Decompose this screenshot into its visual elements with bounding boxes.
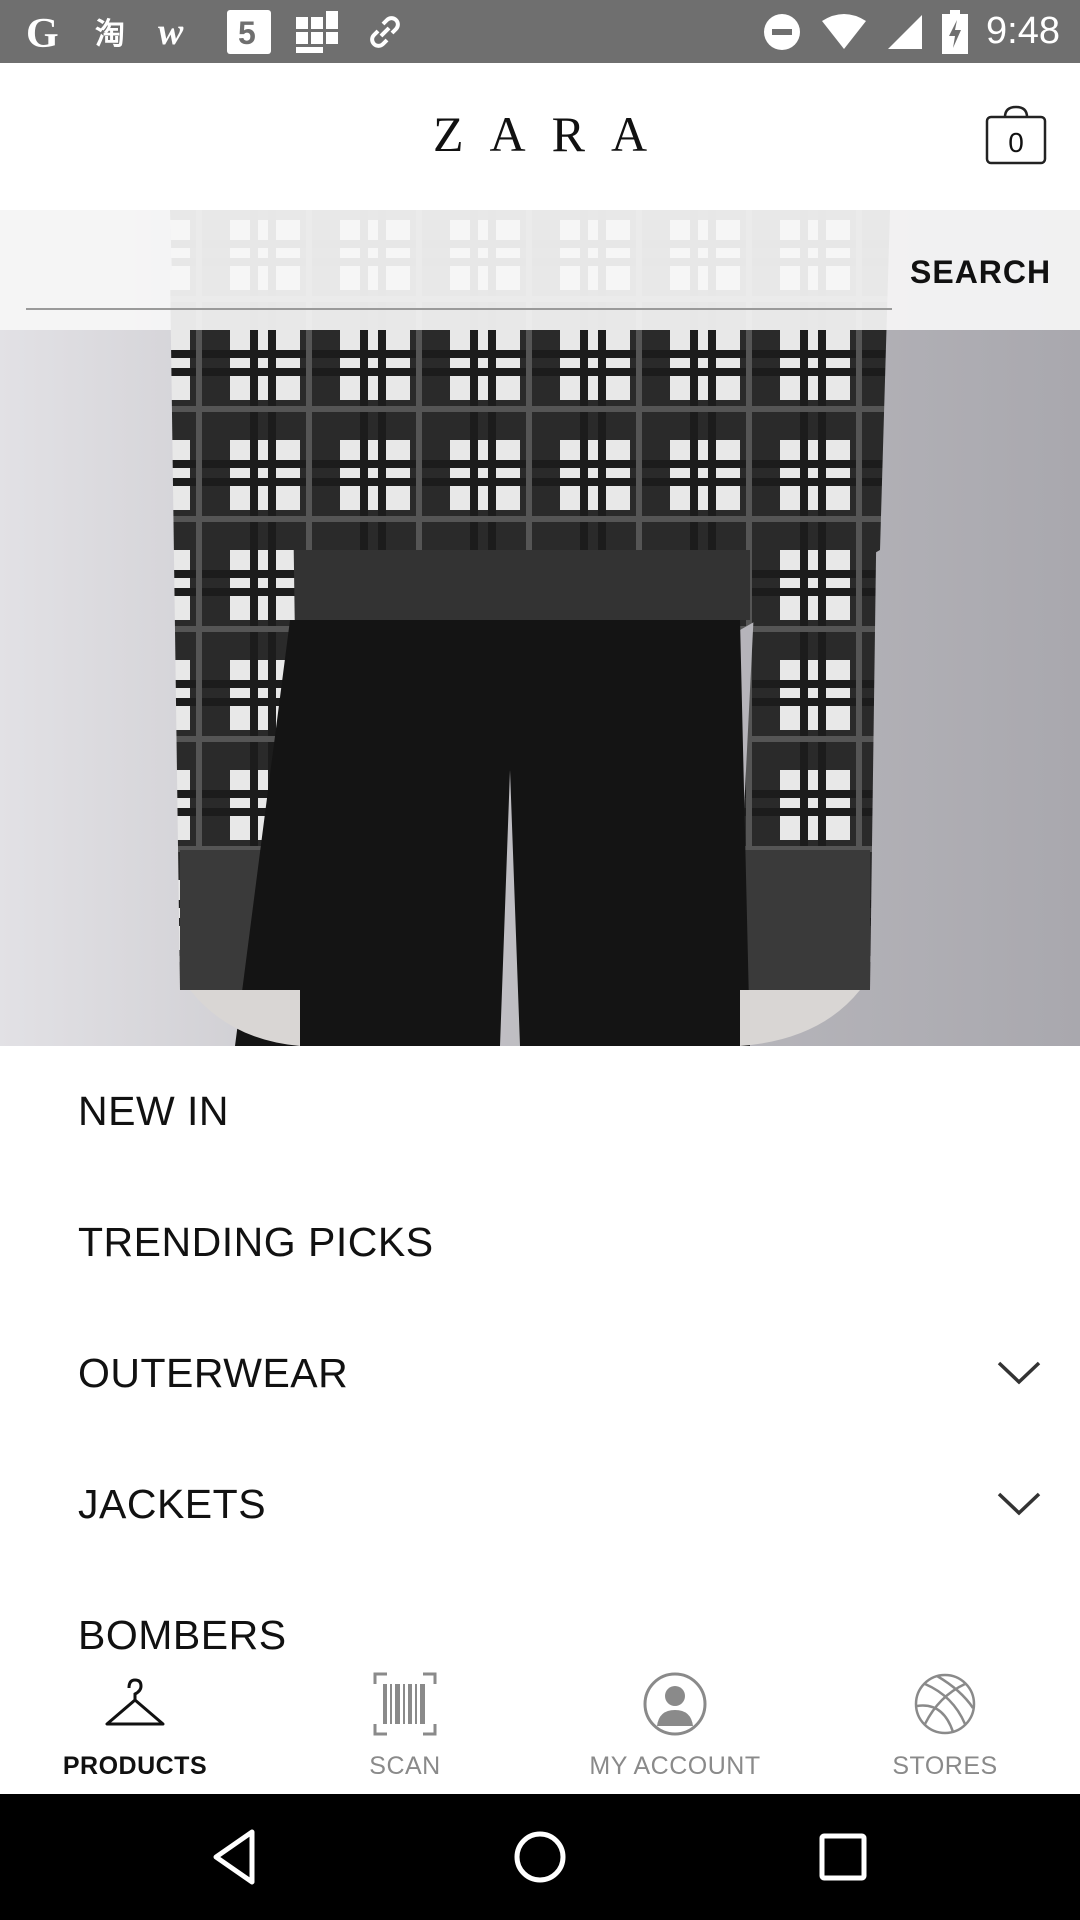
- back-icon[interactable]: [200, 1824, 270, 1890]
- barcode-icon: [373, 1672, 437, 1736]
- menu-item-label: TRENDING PICKS: [78, 1219, 434, 1265]
- category-menu: NEW IN TRENDING PICKS OUTERWEAR JACKETS …: [0, 1046, 1080, 1666]
- status-bar: G 淘 w 5 9:48: [0, 0, 1080, 63]
- app-header: ZARA 0: [0, 63, 1080, 210]
- battery-charging-icon: [942, 9, 969, 54]
- shopping-bag-button[interactable]: 0: [985, 105, 1047, 165]
- google-icon: G: [22, 9, 68, 55]
- chevron-down-icon[interactable]: [996, 1489, 1042, 1519]
- bottom-nav: PRODUCTS SCAN MY ACCOUNT STORES: [0, 1660, 1080, 1794]
- grid-app-icon: [294, 9, 340, 55]
- notification-icons: G 淘 w 5: [22, 8, 408, 56]
- search-bar: SEARCH: [0, 210, 1080, 330]
- nav-label: STORES: [892, 1752, 998, 1780]
- hanger-icon: [105, 1678, 165, 1726]
- nav-label: PRODUCTS: [62, 1752, 208, 1780]
- nav-my-account[interactable]: MY ACCOUNT: [540, 1660, 810, 1794]
- svg-text:5: 5: [238, 15, 256, 51]
- recents-icon[interactable]: [808, 1824, 878, 1890]
- menu-item-outerwear[interactable]: OUTERWEAR: [0, 1308, 1080, 1439]
- nav-scan[interactable]: SCAN: [270, 1660, 540, 1794]
- menu-item-jackets[interactable]: JACKETS: [0, 1439, 1080, 1570]
- wifi-icon: [822, 13, 867, 49]
- taobao-icon: 淘: [90, 9, 136, 55]
- home-icon[interactable]: [505, 1824, 575, 1890]
- menu-item-trending-picks[interactable]: TRENDING PICKS: [0, 1177, 1080, 1308]
- system-status: 9:48: [762, 0, 1060, 63]
- search-button[interactable]: SEARCH: [910, 254, 1051, 291]
- do-not-disturb-icon: [764, 13, 801, 50]
- nav-products[interactable]: PRODUCTS: [0, 1660, 270, 1794]
- signal-icon: [888, 14, 923, 49]
- svg-text:w: w: [158, 12, 184, 52]
- nav-label: MY ACCOUNT: [589, 1752, 761, 1780]
- nav-label: SCAN: [369, 1752, 441, 1780]
- hero-image[interactable]: [0, 210, 1080, 1046]
- w-app-icon: w: [158, 9, 204, 55]
- menu-item-label: NEW IN: [78, 1088, 230, 1134]
- menu-item-new-in[interactable]: NEW IN: [0, 1046, 1080, 1177]
- nav-stores[interactable]: STORES: [810, 1660, 1080, 1794]
- svg-text:G: G: [26, 11, 59, 55]
- account-icon: [643, 1672, 707, 1736]
- search-input[interactable]: [26, 250, 892, 310]
- chevron-down-icon[interactable]: [996, 1358, 1042, 1388]
- menu-item-label: OUTERWEAR: [78, 1350, 349, 1396]
- bag-count: 0: [1008, 127, 1024, 158]
- svg-text:淘: 淘: [95, 17, 125, 52]
- clock: 9:48: [986, 10, 1060, 52]
- menu-item-label: JACKETS: [78, 1481, 267, 1527]
- link-icon: [362, 9, 408, 55]
- html5-icon: 5: [226, 9, 272, 55]
- globe-icon: [914, 1673, 976, 1735]
- zara-logo[interactable]: ZARA: [0, 105, 1080, 163]
- hero-photo: [0, 210, 1080, 1046]
- system-nav-bar: [0, 1794, 1080, 1920]
- menu-item-label: BOMBERS: [78, 1612, 287, 1658]
